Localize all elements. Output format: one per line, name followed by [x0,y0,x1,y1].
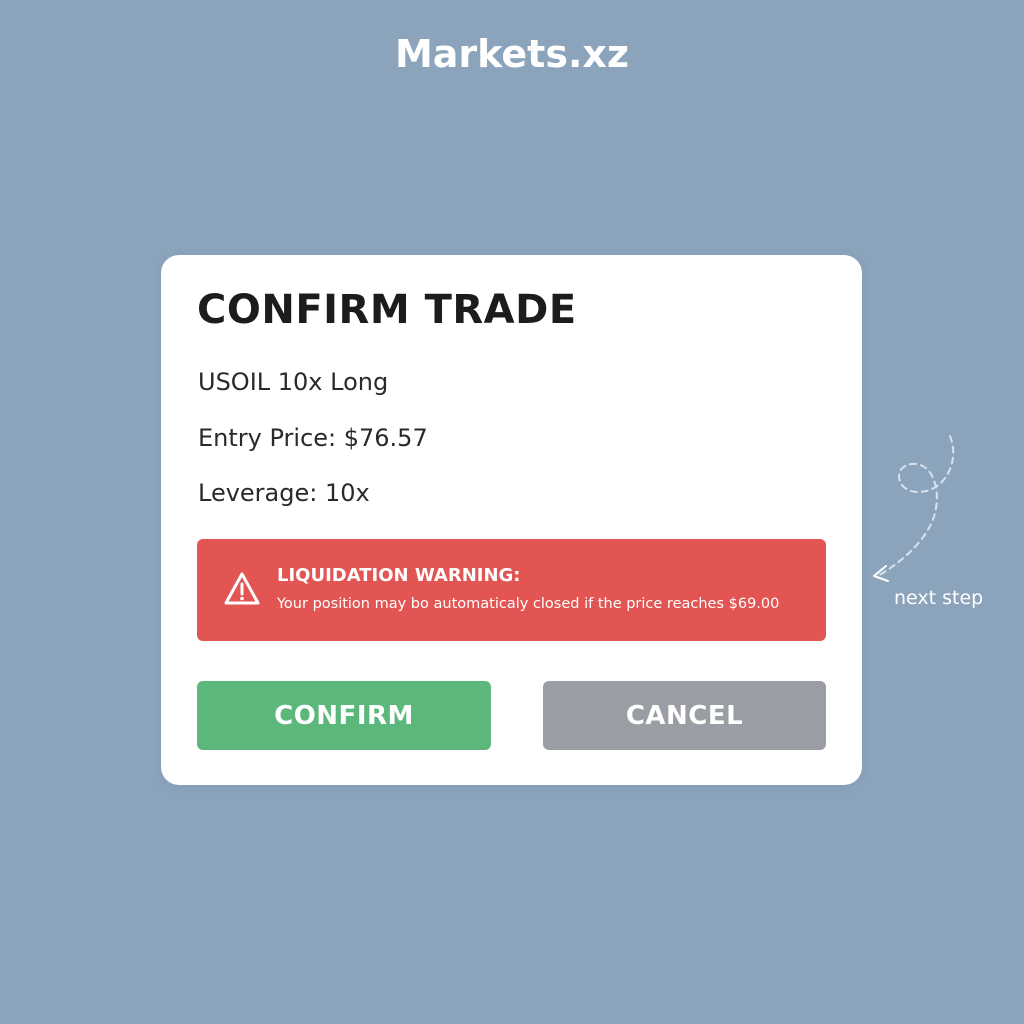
confirm-button[interactable]: CONFIRM [197,681,491,750]
next-step-annotation: next step [868,430,998,609]
warning-triangle-icon [223,571,261,607]
trade-pair: USOIL 10x Long [198,368,389,396]
next-step-label: next step [894,587,984,609]
warning-heading: LIQUIDATION WARNING: [277,565,521,586]
cancel-button[interactable]: CANCEL [543,681,826,750]
warning-message: Your position may bo automaticaly closed… [277,596,780,612]
entry-price: Entry Price: $76.57 [198,424,428,452]
brand-title: Markets.xz [394,32,630,76]
liquidation-warning-banner: LIQUIDATION WARNING: Your position may b… [197,539,826,641]
confirm-trade-dialog: CONFIRM TRADE USOIL 10x Long Entry Price… [161,255,862,785]
dialog-title: CONFIRM TRADE [197,287,577,333]
leverage: Leverage: 10x [198,479,370,507]
